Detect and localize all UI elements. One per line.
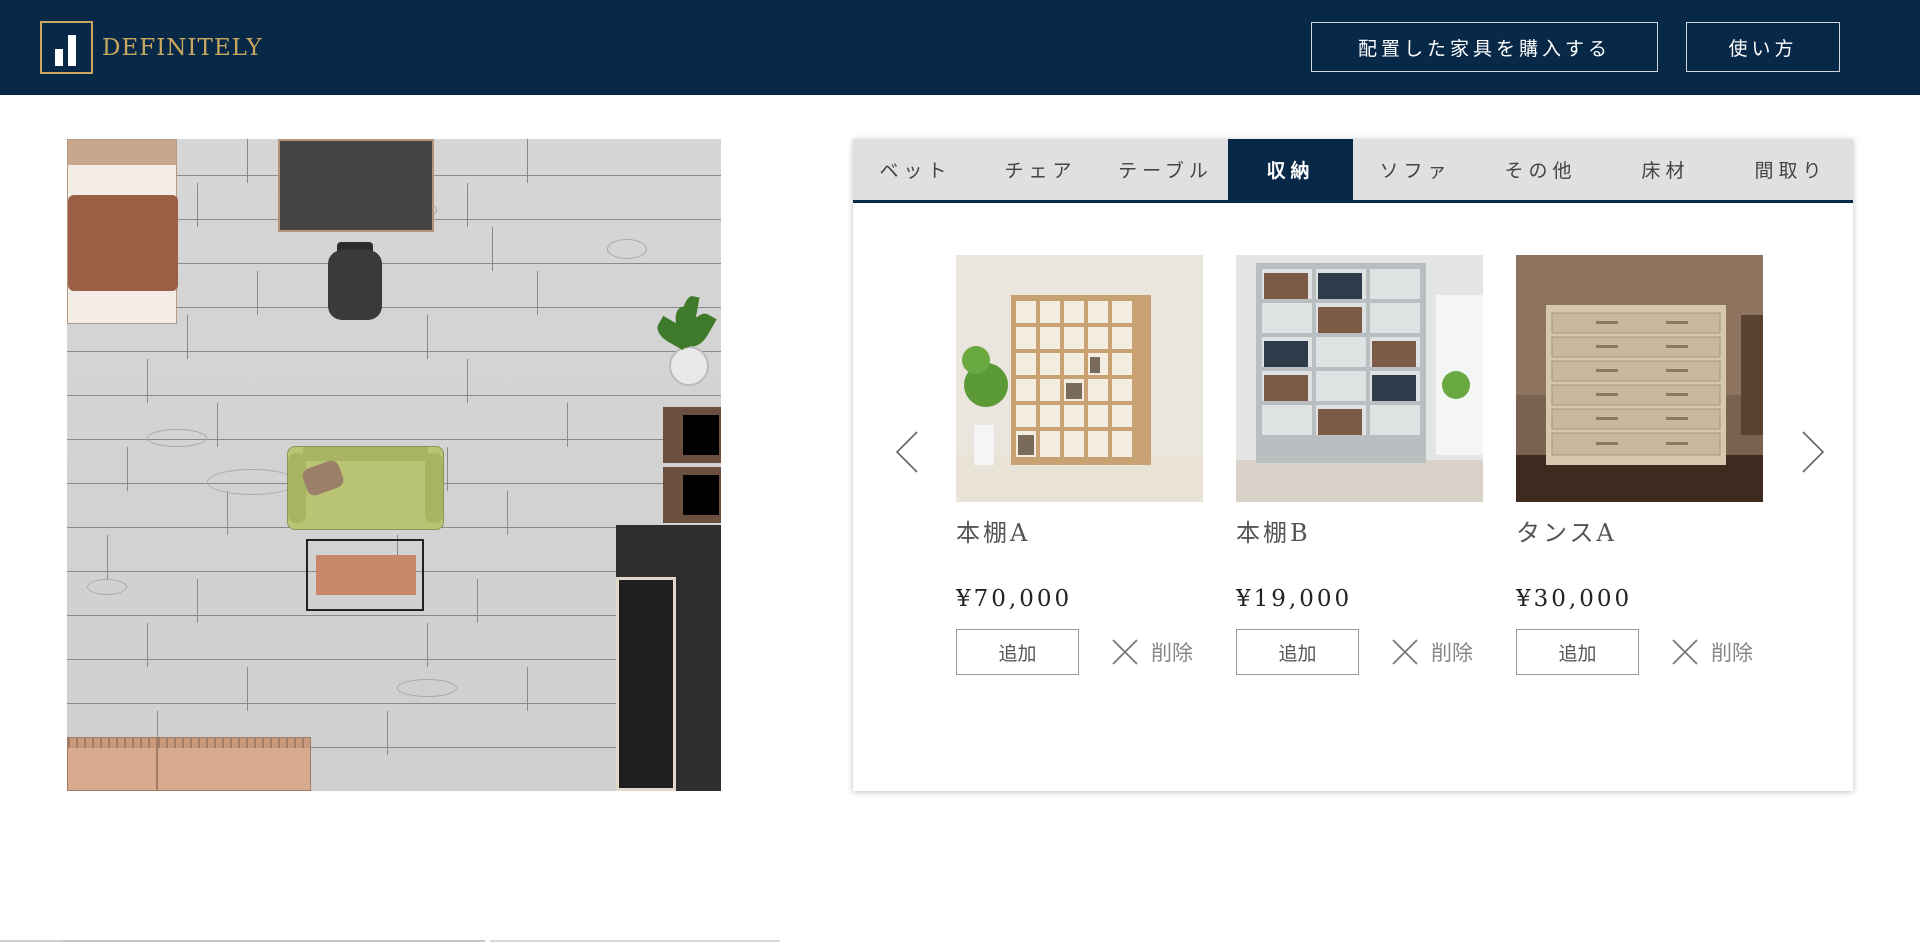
delete-button[interactable]: 削除 bbox=[1391, 637, 1473, 667]
tv-item[interactable] bbox=[278, 139, 434, 232]
add-button[interactable]: 追加 bbox=[1516, 629, 1639, 675]
product-price: ¥30,000 bbox=[1516, 586, 1633, 612]
how-to-use-button[interactable]: 使い方 bbox=[1686, 22, 1840, 72]
chevron-left-icon[interactable] bbox=[893, 429, 923, 475]
side-table-item[interactable] bbox=[663, 467, 721, 523]
delete-label: 削除 bbox=[1711, 641, 1753, 665]
tab-table[interactable]: テーブル bbox=[1103, 139, 1228, 200]
tab-sofa[interactable]: ソファ bbox=[1353, 139, 1478, 200]
close-icon bbox=[1672, 639, 1698, 665]
tab-other[interactable]: その他 bbox=[1478, 139, 1603, 200]
side-table-item[interactable] bbox=[663, 407, 721, 463]
product-name: 本棚B bbox=[1236, 519, 1311, 547]
product-price: ¥70,000 bbox=[956, 586, 1073, 612]
bench-item[interactable] bbox=[67, 737, 157, 791]
floor-plan-canvas[interactable] bbox=[67, 139, 721, 791]
category-tabs: ベット チェア テーブル 収納 ソファ その他 床材 間取り bbox=[853, 139, 1853, 203]
chevron-right-icon[interactable] bbox=[1797, 429, 1827, 475]
header: DEFINITELY 配置した家具を購入する 使い方 bbox=[0, 0, 1920, 95]
add-button[interactable]: 追加 bbox=[1236, 629, 1359, 675]
tab-layout[interactable]: 間取り bbox=[1728, 139, 1853, 200]
sofa-item[interactable] bbox=[287, 446, 444, 530]
delete-button[interactable]: 削除 bbox=[1671, 637, 1753, 667]
tab-chair[interactable]: チェア bbox=[978, 139, 1103, 200]
coffee-table-item[interactable] bbox=[306, 539, 424, 611]
bed-item[interactable] bbox=[67, 139, 178, 324]
tab-storage[interactable]: 収納 bbox=[1228, 139, 1353, 200]
delete-label: 削除 bbox=[1431, 641, 1473, 665]
tab-flooring[interactable]: 床材 bbox=[1603, 139, 1728, 200]
delete-label: 削除 bbox=[1151, 641, 1193, 665]
logo-bar-chart-icon bbox=[40, 21, 93, 74]
buy-placed-furniture-button[interactable]: 配置した家具を購入する bbox=[1311, 22, 1658, 72]
logo[interactable]: DEFINITELY bbox=[40, 21, 263, 74]
close-icon bbox=[1392, 639, 1418, 665]
delete-button[interactable]: 削除 bbox=[1111, 637, 1193, 667]
chair-item[interactable] bbox=[322, 242, 388, 325]
tab-bed[interactable]: ベット bbox=[853, 139, 978, 200]
product-card: タンスA ¥30,000 追加 削除 bbox=[1516, 255, 1763, 675]
product-card: 本棚B ¥19,000 追加 削除 bbox=[1236, 255, 1483, 675]
product-image[interactable] bbox=[1236, 255, 1483, 502]
product-name: タンスA bbox=[1516, 519, 1617, 547]
product-price: ¥19,000 bbox=[1236, 586, 1353, 612]
product-card: 本棚A ¥70,000 追加 削除 bbox=[956, 255, 1203, 675]
close-icon bbox=[1112, 639, 1138, 665]
logo-text: DEFINITELY bbox=[102, 34, 263, 61]
storage-cabinet-item[interactable] bbox=[616, 525, 721, 791]
product-image[interactable] bbox=[956, 255, 1203, 502]
product-image[interactable] bbox=[1516, 255, 1763, 502]
add-button[interactable]: 追加 bbox=[956, 629, 1079, 675]
product-name: 本棚A bbox=[956, 519, 1031, 547]
bench-item[interactable] bbox=[157, 737, 311, 791]
furniture-catalog-panel: ベット チェア テーブル 収納 ソファ その他 床材 間取り 本棚A ¥70,0… bbox=[853, 139, 1853, 791]
plant-item[interactable] bbox=[653, 295, 717, 388]
